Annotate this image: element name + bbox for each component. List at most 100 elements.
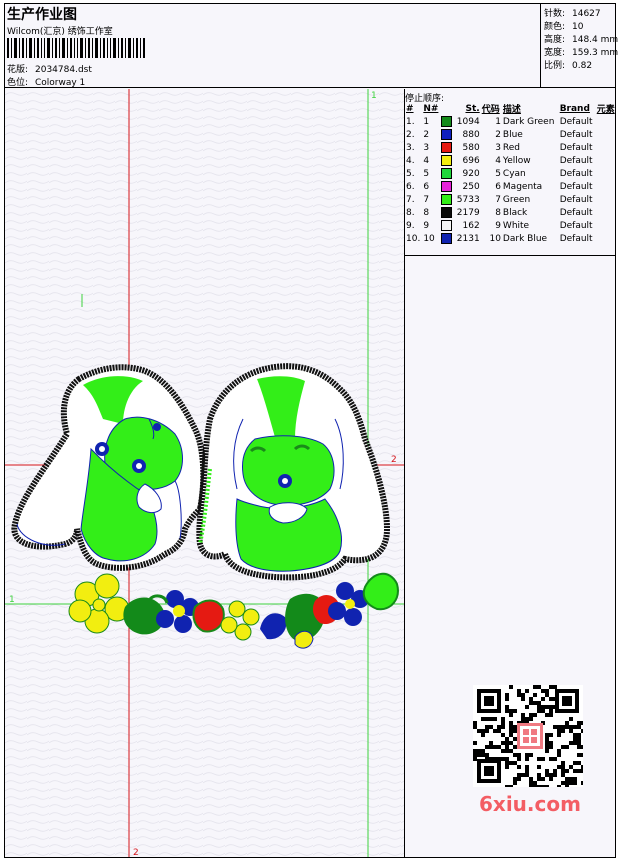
colorway-label: 色位: [7,78,29,88]
color-swatch [441,116,453,127]
row-element [596,219,617,232]
row-description: Yellow [502,155,531,166]
column-header [440,102,454,115]
row-swatch [440,167,454,180]
colorway-row: 色位: Colorway 1 [7,75,85,88]
row-description: Green [502,194,531,205]
row-swatch [440,154,454,167]
row-stitches: 2179 [456,207,480,218]
stat-value: 148.4 mm [572,35,619,45]
row-needle: 6 [423,181,430,192]
color-swatch [441,129,453,140]
row-brand: Default [559,233,593,244]
column-header: 代码 [481,105,500,115]
stat-value: 10 [572,22,584,32]
column-header: Brand [559,103,590,114]
row-index: 10. [406,233,421,244]
stats-panel: 针数: 14627 颜色: 10 高度: 148.4 mm 宽度: 159.3 mm 比… [541,4,619,88]
row-swatch [440,206,454,219]
row-brand: Default [559,142,593,153]
qr-code-icon [473,685,583,787]
row-brand: Default [559,129,593,140]
row-description: Dark Green [502,116,555,127]
table-row: 10. 10 2131 10 Dark Blue Default [405,232,617,245]
table-row: 2. 2 880 2 Blue Default [405,128,617,141]
row-stitches: 696 [462,155,480,166]
stat-value: 159.3 mm [572,48,619,58]
embroidery-design: 1 2 1 2 [5,89,404,857]
stat-label: 针数: [544,9,566,19]
row-brand: Default [559,194,593,205]
row-code: 3 [495,142,501,153]
row-element [596,180,617,193]
row-index: 7. [406,194,415,205]
barcode-icon [7,38,145,58]
column-header: 元素 [596,105,615,115]
color-swatch [441,207,453,218]
table-row: 4. 4 696 4 Yellow Default [405,154,617,167]
row-index: 8. [406,207,415,218]
row-description: Blue [502,129,523,140]
row-element [596,232,617,245]
row-description: Black [502,207,528,218]
row-index: 6. [406,181,415,192]
row-brand: Default [559,207,593,218]
row-description: Magenta [502,181,543,192]
row-description: Red [502,142,521,153]
stat-label: 比例: [544,61,566,71]
row-description: White [502,220,530,231]
design-file-row: 花版: 2034784.dst [7,62,92,75]
row-swatch [440,193,454,206]
row-index: 9. [406,220,415,231]
design-file-name: 2034784.dst [35,65,92,75]
row-brand: Default [559,168,593,179]
colorway-name: Colorway 1 [35,78,86,88]
row-element [596,128,617,141]
header-info-panel: 生产作业图 Wilcom(汇京) 绣饰工作室 花版: 2034784.dst 色… [5,4,541,88]
row-code: 4 [495,155,501,166]
row-code: 5 [495,168,501,179]
guide-label-bottom: 2 [133,848,139,857]
row-brand: Default [559,116,593,127]
row-element [596,115,617,128]
table-row: 1. 1 1094 1 Dark Green Default [405,115,617,128]
row-stitches: 920 [462,168,480,179]
row-code: 1 [495,116,501,127]
table-row: 6. 6 250 6 Magenta Default [405,180,617,193]
stat-label: 宽度: [544,48,566,58]
stat-height: 高度: 148.4 mm [544,32,618,45]
row-needle: 5 [423,168,430,179]
row-needle: 2 [423,129,430,140]
table-row: 3. 3 580 3 Red Default [405,141,617,154]
row-needle: 3 [423,142,430,153]
row-swatch [440,141,454,154]
table-row: 9. 9 162 9 White Default [405,219,617,232]
row-swatch [440,219,454,232]
row-index: 1. [406,116,415,127]
column-header: 描述 [502,105,521,115]
watermark-text: 6xiu.com [479,792,581,816]
row-brand: Default [559,181,593,192]
color-swatch [441,233,453,244]
row-needle: 4 [423,155,430,166]
row-description: Cyan [502,168,526,179]
row-needle: 8 [423,207,430,218]
row-needle: 7 [423,194,430,205]
row-stitches: 880 [462,129,480,140]
row-code: 2 [495,129,501,140]
table-header-row: # N# St. 代码 描述 Brand 元素 [405,102,617,116]
color-swatch [441,194,453,205]
thread-color-table: # N# St. 代码 描述 Brand 元素 1. 1 1094 1 Dark Gre… [405,102,617,245]
stat-colors: 颜色: 10 [544,19,583,32]
embroidery-preview-canvas[interactable]: 1 2 1 2 [5,89,405,857]
row-needle: 10 [423,233,435,244]
row-element [596,193,617,206]
guide-label-top: 1 [371,91,377,101]
row-code: 8 [495,207,501,218]
column-header: # [406,103,414,114]
table-row: 5. 5 920 5 Cyan Default [405,167,617,180]
row-element [596,141,617,154]
column-header: N# [423,103,439,114]
guide-label-right: 2 [391,455,397,465]
row-index: 5. [406,168,415,179]
